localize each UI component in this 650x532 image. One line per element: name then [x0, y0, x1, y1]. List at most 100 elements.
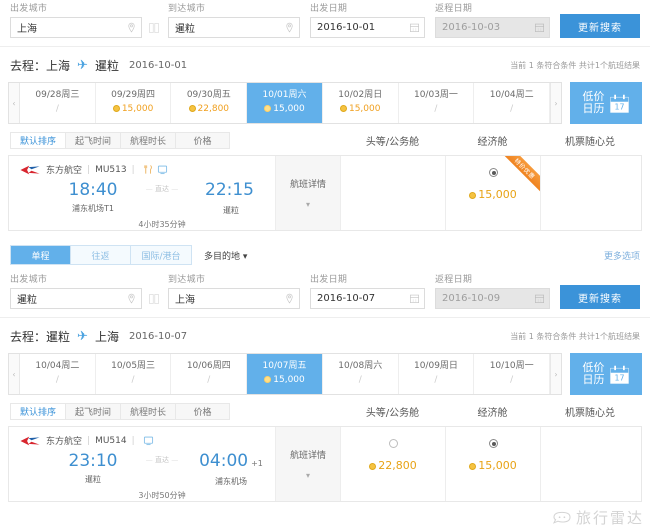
- date-cell-price: 15,000: [96, 102, 171, 116]
- return-date-value: 2016-10-09: [442, 293, 501, 304]
- date-cell-price-value: 15,000: [273, 104, 305, 114]
- sort-tab-departure-time[interactable]: 起飞时间: [65, 132, 120, 149]
- departure-city-field[interactable]: 出发城市 暹粒: [10, 275, 142, 309]
- date-cell[interactable]: 10/06周四 /: [171, 354, 248, 394]
- flight-stop-label: — 直达 —: [133, 184, 191, 194]
- date-cell[interactable]: 10/10周一 /: [474, 354, 551, 394]
- calendar-icon: [535, 294, 544, 303]
- route-header-outbound: 去程： 上海 ✈ 暹粒 2016-10-01 当前 1 条符合条件 共计1个航班…: [0, 47, 650, 82]
- date-cell[interactable]: 09/29周四 15,000: [96, 83, 172, 123]
- low-price-calendar-button[interactable]: 低价 日历 17: [570, 82, 642, 124]
- date-cell-price: /: [510, 104, 514, 114]
- cabin-cell-exchange[interactable]: [541, 427, 641, 501]
- date-cell[interactable]: 10/08周六 /: [323, 354, 399, 394]
- flight-detail-label: 航班详情: [289, 451, 326, 461]
- entertainment-icon: [143, 436, 153, 446]
- cabin-cell-exchange[interactable]: [541, 156, 641, 230]
- cabin-price-economy: 15,000: [469, 188, 517, 201]
- sort-tab-default[interactable]: 默认排序: [10, 403, 65, 420]
- date-cell[interactable]: 10/04周二 /: [474, 83, 551, 123]
- date-cell[interactable]: 10/04周二 /: [20, 354, 96, 394]
- coin-icon: [469, 463, 477, 470]
- location-pin-icon: [286, 293, 293, 304]
- coin-icon: [339, 105, 347, 112]
- trip-type-roundtrip[interactable]: 往返: [71, 246, 131, 264]
- arrival-city-input[interactable]: 上海: [168, 288, 300, 309]
- sort-tab-price[interactable]: 价格: [175, 132, 230, 149]
- cabin-cell-first[interactable]: 22,800: [341, 427, 446, 501]
- coin-icon: [469, 192, 477, 199]
- depart-date-input[interactable]: 2016-10-01: [310, 17, 425, 38]
- arrival-city-value: 暹粒: [175, 24, 195, 35]
- low-price-calendar-button[interactable]: 低价 日历 17: [570, 353, 642, 395]
- date-next-arrow[interactable]: ›: [550, 83, 562, 123]
- departure-city-field[interactable]: 出发城市 上海: [10, 4, 142, 38]
- flight-detail-toggle[interactable]: 航班详情 ▾: [275, 156, 341, 230]
- sort-tab-default[interactable]: 默认排序: [10, 132, 65, 149]
- cabin-cell-economy[interactable]: 15,000: [446, 427, 541, 501]
- flight-times: 18:40 浦东机场T1 — 直达 — 22:15 暹粒: [53, 180, 275, 216]
- return-date-field[interactable]: 返程日期 2016-10-09: [435, 275, 550, 309]
- departure-city-label: 出发城市: [10, 275, 48, 285]
- date-cell[interactable]: 10/05周三 /: [96, 354, 172, 394]
- date-cell[interactable]: 09/28周三 /: [20, 83, 96, 123]
- depart-date-field[interactable]: 出发日期 2016-10-01: [310, 4, 425, 38]
- date-prev-arrow[interactable]: ‹: [9, 354, 20, 394]
- arrival-city-label: 到达城市: [168, 4, 206, 14]
- date-cell-selected[interactable]: 10/01周六 15,000: [247, 83, 323, 123]
- arrival-city-field[interactable]: 到达城市 暹粒: [168, 4, 300, 38]
- flight-row[interactable]: 东方航空 | MU514 | 23:10 暹粒 — 直达 — 04:00 +1 …: [8, 426, 642, 502]
- update-search-button[interactable]: 更新搜索: [560, 285, 640, 309]
- sort-tab-price[interactable]: 价格: [175, 403, 230, 420]
- date-cell-selected[interactable]: 10/07周五 15,000: [247, 354, 323, 394]
- route-prefix: 去程：: [10, 59, 47, 73]
- return-date-input[interactable]: 2016-10-03: [435, 17, 550, 38]
- date-cell[interactable]: 10/03周一 /: [399, 83, 475, 123]
- return-date-input[interactable]: 2016-10-09: [435, 288, 550, 309]
- date-cell[interactable]: 09/30周五 22,800: [171, 83, 248, 123]
- cabin-radio-first[interactable]: [388, 439, 398, 448]
- depart-date-value: 2016-10-01: [317, 22, 376, 33]
- trip-type-oneway[interactable]: 单程: [11, 246, 71, 264]
- trip-type-international[interactable]: 国际/港台: [131, 246, 191, 264]
- cabin-radio-economy[interactable]: [488, 168, 498, 177]
- route-origin: 上海: [46, 59, 71, 73]
- arrival-city-label: 到达城市: [168, 275, 206, 285]
- update-search-button[interactable]: 更新搜索: [560, 14, 640, 38]
- date-cell-price: 15,000: [247, 102, 322, 116]
- airline-line: 东方航空 | MU514 |: [19, 434, 275, 447]
- date-cell[interactable]: 10/02周日 15,000: [323, 83, 399, 123]
- date-next-arrow[interactable]: ›: [550, 354, 562, 394]
- depart-date-input[interactable]: 2016-10-07: [310, 288, 425, 309]
- departure-block: 23:10 暹粒: [53, 451, 133, 485]
- departure-city-input[interactable]: 上海: [10, 17, 142, 38]
- cabin-cell-economy[interactable]: 15,000 特价优惠: [446, 156, 541, 230]
- sort-tabs: 默认排序 起飞时间 航程时长 价格: [10, 132, 230, 149]
- swap-cities-button[interactable]: [148, 17, 160, 38]
- flight-row[interactable]: 东方航空 | MU513 | 18:40 浦东机场T1 — 直达 — 22:15…: [8, 155, 642, 231]
- depart-date-field[interactable]: 出发日期 2016-10-07: [310, 275, 425, 309]
- sort-bar-return: 默认排序 起飞时间 航程时长 价格 头等/公务舱 经济舱 机票随心兑: [0, 395, 650, 420]
- coin-icon: [188, 105, 196, 112]
- return-date-field[interactable]: 返程日期 2016-10-03: [435, 4, 550, 38]
- arrival-city-field[interactable]: 到达城市 上海: [168, 275, 300, 309]
- chevron-down-icon: ▾: [305, 200, 310, 209]
- date-prev-arrow[interactable]: ‹: [9, 83, 20, 123]
- date-cell-day: 09/28周三: [35, 90, 80, 100]
- departure-time: 23:10: [68, 451, 118, 471]
- date-cell[interactable]: 10/09周日 /: [399, 354, 475, 394]
- cabin-cell-first[interactable]: [341, 156, 446, 230]
- flight-times: 23:10 暹粒 — 直达 — 04:00 +1 浦东机场: [53, 451, 275, 487]
- sort-tab-departure-time[interactable]: 起飞时间: [65, 403, 120, 420]
- flight-detail-toggle[interactable]: 航班详情 ▾: [275, 427, 341, 501]
- departure-city-input[interactable]: 暹粒: [10, 288, 142, 309]
- multi-destination-link[interactable]: 多目的地 ▾: [204, 249, 247, 262]
- sort-tab-duration[interactable]: 航程时长: [120, 132, 175, 149]
- depart-date-value: 2016-10-07: [317, 293, 376, 304]
- sort-tab-duration[interactable]: 航程时长: [120, 403, 175, 420]
- swap-cities-button[interactable]: [148, 288, 160, 309]
- route-date: 2016-10-01: [128, 60, 188, 71]
- more-options-link[interactable]: 更多选项: [604, 249, 640, 262]
- arrival-city-input[interactable]: 暹粒: [168, 17, 300, 38]
- cabin-radio-economy[interactable]: [488, 439, 498, 448]
